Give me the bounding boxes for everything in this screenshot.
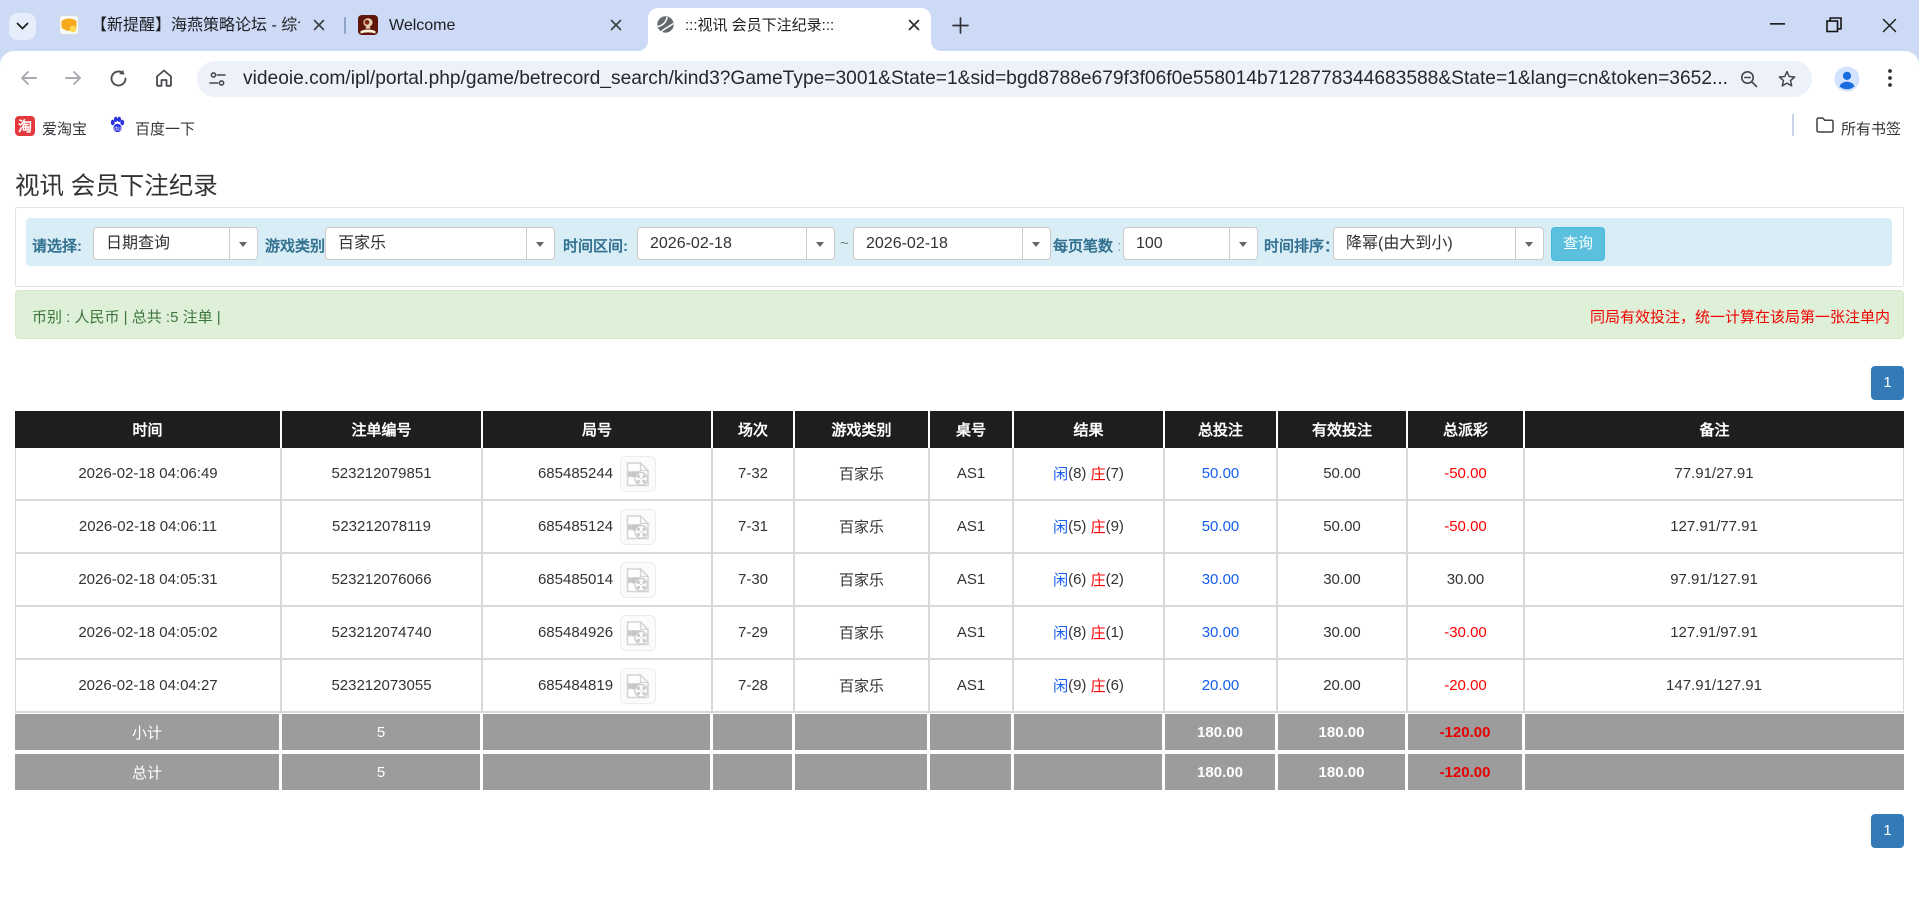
svg-text:du: du [114, 126, 121, 132]
svg-text:淘: 淘 [18, 119, 32, 135]
